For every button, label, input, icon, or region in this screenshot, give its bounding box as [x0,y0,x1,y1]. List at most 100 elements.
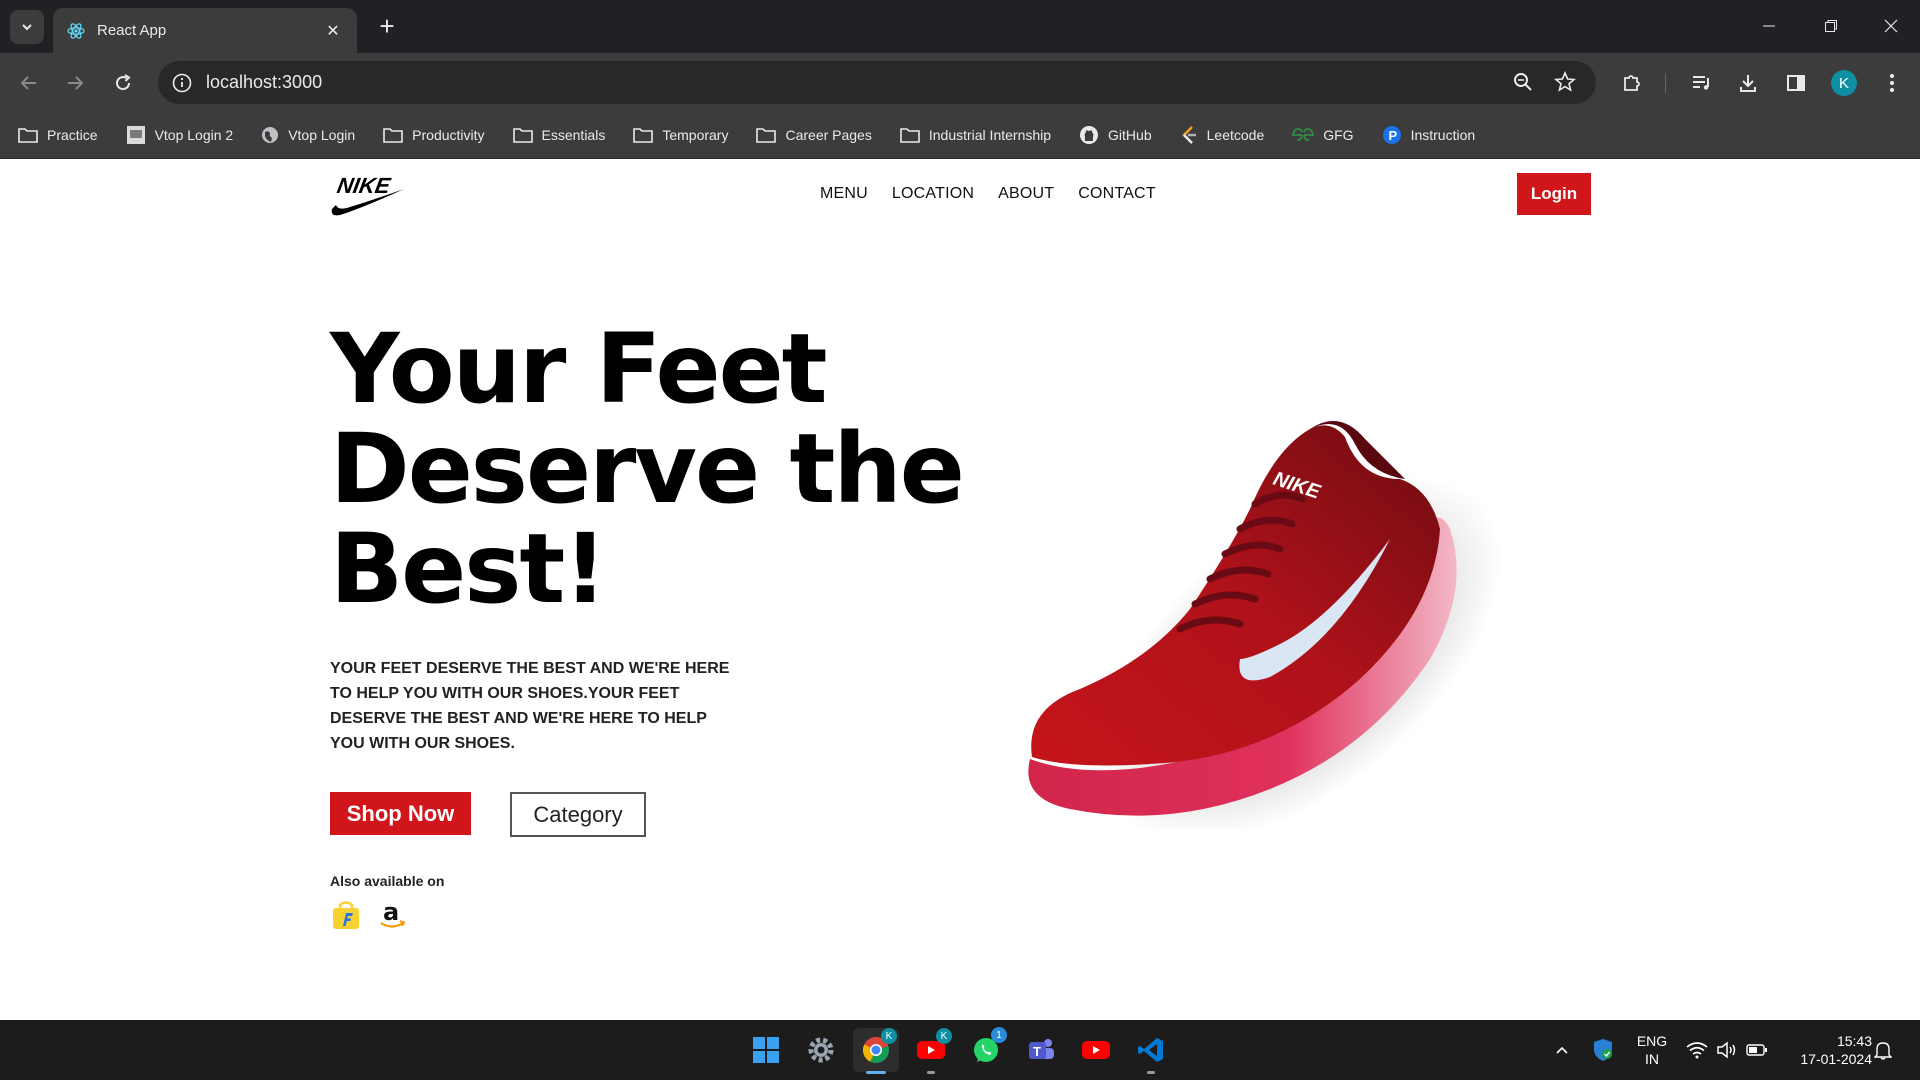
bookmark-instruction[interactable]: P Instruction [1382,125,1475,145]
minimize-button[interactable] [1746,10,1792,42]
nav-menu[interactable]: MENU [820,185,868,203]
bookmark-essentials[interactable]: Essentials [512,127,606,143]
hero-description: YOUR FEET DESERVE THE BEST AND WE'RE HER… [330,660,730,752]
browser-toolbar: localhost:3000 K [0,53,1920,112]
taskbar-youtube[interactable] [1073,1028,1119,1072]
bookmark-gfg[interactable]: GFG [1292,127,1354,143]
leetcode-icon [1181,126,1196,144]
bookmark-github[interactable]: GitHub [1079,125,1152,145]
restore-button[interactable] [1808,10,1854,42]
downloads-button[interactable] [1730,65,1766,101]
close-icon [1884,19,1898,33]
profile-badge: K [881,1028,897,1044]
nav-location[interactable]: LOCATION [892,185,974,203]
tab-close-icon[interactable]: ✕ [323,21,343,41]
folder-icon [756,128,777,143]
bookmark-vtop-login[interactable]: Vtop Login [261,126,355,144]
tab-title: React App [97,22,167,39]
back-button[interactable] [11,65,47,101]
bookmark-practice[interactable]: Practice [18,127,98,143]
download-icon [1740,75,1756,92]
react-icon [67,22,85,39]
extensions-button[interactable] [1614,65,1650,101]
taskbar-teams[interactable]: T [1018,1028,1064,1072]
svg-text:P: P [1388,128,1397,143]
language-indicator[interactable]: ENG IN [1632,1032,1672,1068]
battery-icon[interactable] [1746,1042,1768,1058]
media-control-button[interactable] [1683,65,1719,101]
taskbar-chrome[interactable]: K [853,1028,899,1074]
tab-react-app[interactable]: React App ✕ [53,8,357,53]
volume-icon[interactable] [1716,1040,1738,1060]
folder-icon [18,128,38,143]
amazon-icon[interactable]: a [376,899,408,931]
nav-about[interactable]: ABOUT [998,185,1054,203]
language-code: ENG [1636,1033,1668,1049]
forward-button[interactable] [57,65,93,101]
zoom-icon[interactable] [1512,71,1534,93]
chevron-up-icon[interactable] [1554,1042,1570,1058]
bookmark-career-pages[interactable]: Career Pages [756,127,872,143]
bookmark-vtop-login-2[interactable]: Vtop Login 2 [126,125,233,145]
bookmark-label: Essentials [541,127,606,143]
site-favicon [126,126,145,144]
browser-tab-bar: React App ✕ + [0,0,1920,53]
bookmark-leetcode[interactable]: Leetcode [1180,125,1265,145]
taskbar-vscode[interactable] [1128,1028,1174,1074]
security-shield-icon[interactable] [1592,1038,1614,1062]
profile-button[interactable]: K [1826,65,1862,101]
avatar: K [1831,70,1857,96]
logo-text: NIKE [335,173,393,198]
nike-swoosh-logo: NIKE [331,173,404,216]
reload-button[interactable] [105,65,141,101]
shop-now-button[interactable]: Shop Now [330,792,471,835]
p-icon: P [1382,126,1401,144]
nav-contact[interactable]: CONTACT [1078,185,1156,203]
chevron-down-icon [22,24,32,31]
youtube-profile-badge: K [936,1028,952,1044]
page-content: NIKE MENU LOCATION ABOUT CONTACT Login Y… [0,159,1920,1020]
bookmark-industrial-internship[interactable]: Industrial Internship [900,127,1051,143]
running-indicator [927,1071,935,1074]
taskbar-youtube-profile[interactable]: K [908,1028,954,1074]
reload-icon [116,74,131,91]
arrow-left-icon [20,76,36,90]
side-panel-button[interactable] [1778,65,1814,101]
tab-search-button[interactable] [10,10,44,44]
url-text: localhost:3000 [206,72,323,92]
windows-logo-icon [753,1037,779,1063]
github-icon [1080,126,1099,144]
svg-text:T: T [1033,1044,1041,1059]
windows-taskbar: K K 1 T ENG IN 15:43 17-01-2024 [0,1020,1920,1080]
taskbar-settings[interactable] [798,1028,844,1072]
notification-bell-icon[interactable] [1874,1040,1892,1060]
hero-shoe-image: NIKE [1028,421,1502,829]
menu-button[interactable] [1874,65,1910,101]
playlist-icon [1693,76,1709,90]
flipkart-icon[interactable] [330,899,362,931]
taskbar-whatsapp[interactable]: 1 [963,1027,1009,1072]
bookmark-label: Productivity [412,127,485,143]
wifi-icon[interactable] [1686,1041,1708,1059]
bookmark-productivity[interactable]: Productivity [383,127,485,143]
bookmark-label: Leetcode [1206,127,1265,143]
start-button[interactable] [743,1028,789,1072]
hero-title-line-2: Deserve the [330,413,965,525]
new-tab-button[interactable]: + [372,12,402,42]
hero-title-line-3: Best! [330,513,607,625]
category-button[interactable]: Category [510,792,646,837]
folder-icon [383,128,403,143]
login-button[interactable]: Login [1517,173,1591,215]
arrow-right-icon [68,76,84,90]
bookmark-label: GFG [1323,127,1354,143]
site-info-icon[interactable] [171,72,193,94]
star-icon[interactable] [1554,71,1576,93]
hero-title: Your Feet Deserve the Best! [330,319,1030,619]
close-window-button[interactable] [1868,10,1914,42]
bookmark-label: GitHub [1108,127,1152,143]
clock[interactable]: 15:43 17-01-2024 [1782,1032,1872,1068]
address-bar[interactable]: localhost:3000 [158,61,1596,104]
bookmark-temporary[interactable]: Temporary [633,127,728,143]
whatsapp-unread-badge: 1 [991,1027,1007,1043]
nike-logo[interactable]: NIKE [330,171,406,224]
